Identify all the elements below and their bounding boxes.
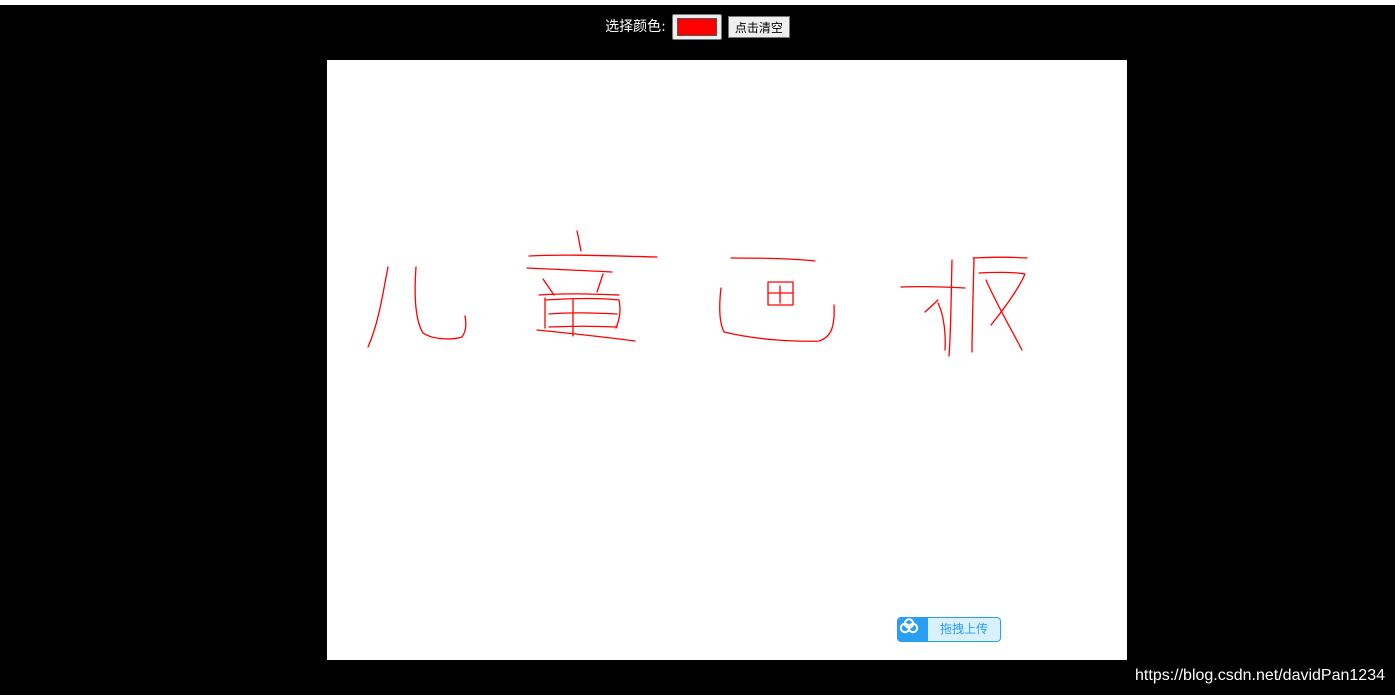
drag-upload-widget[interactable]: 拖拽上传 — [897, 617, 1001, 642]
watermark-url: https://blog.csdn.net/davidPan1234 — [1135, 667, 1385, 684]
stroke — [924, 299, 939, 313]
stroke — [548, 325, 618, 328]
stroke — [538, 293, 620, 296]
stroke — [528, 254, 658, 258]
top-strip — [0, 0, 1395, 5]
clear-button[interactable]: 点击清空 — [727, 16, 790, 38]
stroke — [542, 278, 555, 296]
stroke — [548, 312, 618, 315]
stroke — [948, 259, 953, 357]
stroke — [526, 267, 613, 273]
stroke — [367, 266, 389, 348]
stroke — [971, 257, 975, 353]
stroke — [900, 285, 966, 289]
color-label: 选择颜色: — [605, 19, 666, 35]
stroke — [576, 230, 582, 252]
toolbar: 选择颜色: 点击清空 — [0, 12, 1395, 42]
color-picker-input[interactable] — [671, 14, 722, 40]
drawing-strokes — [367, 230, 1028, 357]
stroke — [414, 266, 467, 340]
drawing-canvas[interactable]: 拖拽上传 — [327, 60, 1127, 660]
upload-label: 拖拽上传 — [939, 622, 988, 636]
stroke — [596, 273, 604, 293]
cloud-icon — [898, 618, 928, 641]
stroke — [972, 256, 1028, 259]
color-swatch — [676, 18, 717, 36]
stroke — [536, 329, 636, 342]
stroke — [730, 257, 816, 262]
stroke — [937, 302, 946, 351]
stroke — [719, 287, 835, 342]
